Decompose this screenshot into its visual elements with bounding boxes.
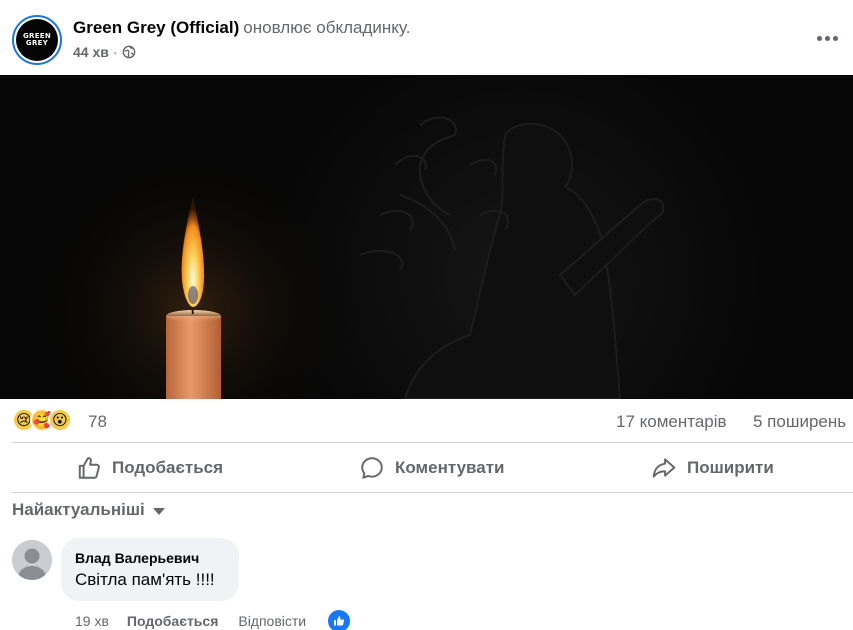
post-timestamp[interactable]: 44 хв (73, 44, 109, 60)
reaction-count[interactable]: 78 (88, 412, 107, 432)
post-header: GREEN GREY Green Grey (Official) оновлює … (0, 0, 853, 75)
post-action-text: оновлює обкладинку. (243, 18, 411, 37)
more-dot-icon (824, 35, 830, 41)
default-avatar-icon (12, 540, 52, 580)
thumbs-up-badge-icon (334, 616, 345, 626)
reaction-icons[interactable]: 😢 🥰 😮 (12, 408, 72, 432)
post-meta: 44 хв · (73, 44, 136, 60)
comment-like-button[interactable]: Подобається (127, 613, 218, 629)
post-title-line: Green Grey (Official) оновлює обкладинку. (73, 18, 410, 38)
shares-count[interactable]: 5 поширень (753, 412, 846, 432)
cover-photo[interactable] (0, 75, 853, 399)
comment-bubble-icon (361, 457, 383, 479)
meta-separator: · (112, 44, 118, 60)
more-dot-icon (832, 35, 838, 41)
share-button[interactable]: Поширити (651, 448, 774, 488)
page-logo-text: GREEN GREY (23, 33, 51, 47)
comments-count[interactable]: 17 коментарів (616, 412, 727, 432)
more-dot-icon (816, 35, 822, 41)
comment-sort-dropdown[interactable]: Найактуальніші (12, 500, 165, 520)
share-arrow-icon (652, 458, 676, 478)
sort-label: Найактуальніші (12, 500, 145, 519)
more-options-button[interactable] (809, 28, 845, 48)
divider (12, 492, 853, 493)
comment-text: Світла пам'ять !!!! (75, 570, 215, 589)
page-name-link[interactable]: Green Grey (Official) (73, 18, 239, 37)
like-button[interactable]: Подобається (76, 448, 223, 488)
comment-reply-button[interactable]: Відповісти (238, 613, 306, 629)
like-icon[interactable] (328, 610, 351, 630)
comment-timestamp[interactable]: 19 хв (75, 613, 109, 629)
thumbs-up-icon (78, 457, 100, 479)
commenter-avatar[interactable] (12, 540, 52, 580)
logo-line-2: GREY (25, 39, 49, 47)
like-label: Подобається (112, 458, 224, 477)
comment-author[interactable]: Влад Валерьевич (75, 550, 199, 566)
page-avatar[interactable]: GREEN GREY (12, 15, 62, 65)
post-action-bar: Подобається Коментувати Поширити (0, 444, 853, 492)
comment-bubble: Влад Валерьевич Світла пам'ять !!!! (61, 538, 239, 601)
comment-meta: 19 хв Подобається Відповісти (75, 610, 351, 630)
divider (12, 442, 853, 443)
comment-label: Коментувати (395, 458, 505, 477)
comment-button[interactable]: Коментувати (359, 448, 505, 488)
wow-icon: 😮 (48, 408, 72, 432)
reactions-summary: 😢 🥰 😮 78 17 коментарів 5 поширень (0, 399, 853, 443)
page-logo: GREEN GREY (16, 19, 58, 61)
globe-icon[interactable] (122, 45, 136, 59)
share-label: Поширити (687, 458, 774, 477)
cover-photo-art (0, 75, 853, 399)
caret-down-icon (152, 507, 165, 515)
